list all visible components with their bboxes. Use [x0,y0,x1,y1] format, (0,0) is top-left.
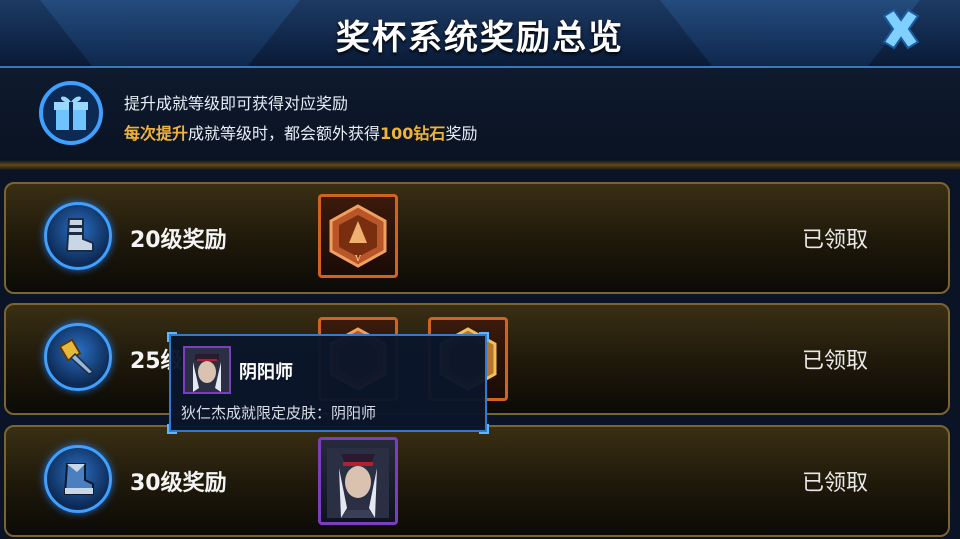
gift-box-icon [38,80,104,146]
tooltip-corner [167,332,177,342]
info-panel: 提升成就等级即可获得对应奖励 每次提升成就等级时，都会额外获得100钻石奖励 [0,68,960,160]
skin-avatar [183,346,231,394]
close-button[interactable] [866,0,936,58]
tooltip-description: 狄仁杰成就限定皮肤：阴阳师 [181,404,377,422]
row-level-label: 30级奖励 [130,471,227,496]
reward-row-30: 30级奖励 已领取 [4,425,950,537]
info-text-1: 提升成就等级即可获得对应奖励 [124,94,349,113]
row-level-label: 20级奖励 [130,228,227,253]
diamond-amount: 100钻石 [380,124,446,143]
info-text-2-end: 奖励 [445,124,478,143]
hexagon-badge-reward[interactable]: V [318,194,398,278]
tooltip-title: 阴阳师 [239,362,293,383]
armored-boots-icon [44,445,112,513]
scroll-blade-icon [44,323,112,391]
info-text-2-mid: 成就等级时，都会额外获得 [188,124,381,143]
info-text-2: 每次提升成就等级时，都会额外获得100钻石奖励 [124,120,477,144]
page-title: 奖杯系统奖励总览 [336,18,624,58]
claimed-status: 已领取 [802,349,869,374]
tooltip-corner [479,332,489,342]
reward-row-20: 20级奖励 V 已领取 [4,182,950,294]
tooltip-corner [479,424,489,434]
gold-divider [0,160,960,170]
boots-icon [44,202,112,270]
close-x-icon [882,8,920,50]
header-bar: 奖杯系统奖励总览 [0,0,960,68]
svg-text:V: V [354,254,361,263]
info-highlight-1: 每次提升 [124,124,189,143]
claimed-status: 已领取 [802,228,869,253]
tooltip-corner [167,424,177,434]
skin-portrait-reward[interactable] [318,437,398,525]
skin-tooltip: 阴阳师 狄仁杰成就限定皮肤：阴阳师 [167,332,489,434]
claimed-status: 已领取 [802,471,869,496]
